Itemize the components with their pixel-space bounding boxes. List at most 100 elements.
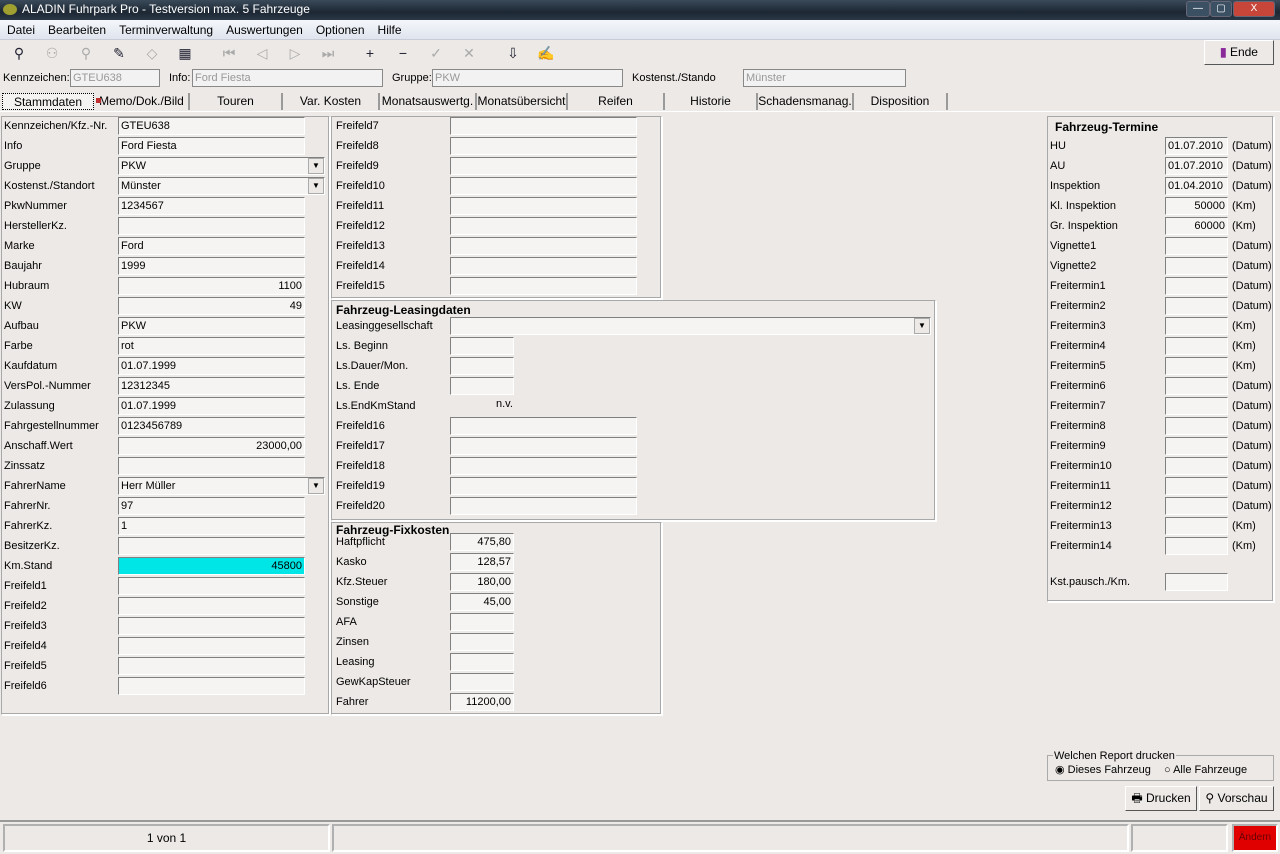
freifeld-field[interactable] xyxy=(450,137,637,155)
stamm-field[interactable]: rot xyxy=(118,337,305,355)
freifeld-field[interactable] xyxy=(450,277,637,295)
termin-field[interactable] xyxy=(1165,257,1228,275)
vorschau-button[interactable]: ⚲ Vorschau xyxy=(1199,786,1274,811)
fixkosten-field[interactable]: 475,80 xyxy=(450,533,514,551)
fixkosten-field[interactable]: 128,57 xyxy=(450,553,514,571)
tab-historie[interactable]: Historie xyxy=(665,93,758,110)
header-kennzeichen-field[interactable]: GTEU638 xyxy=(70,69,160,87)
stamm-field[interactable]: 1 xyxy=(118,517,305,535)
first-icon[interactable]: ⏮ xyxy=(218,43,240,63)
stamm-field[interactable] xyxy=(118,597,305,615)
leasing-field[interactable] xyxy=(450,377,514,395)
find-group-icon[interactable]: ⚇ xyxy=(41,43,63,63)
stamm-field[interactable]: 97 xyxy=(118,497,305,515)
tab-stammdaten[interactable]: Stammdaten xyxy=(2,93,94,110)
stamm-field[interactable] xyxy=(118,217,305,235)
menu-hilfe[interactable]: Hilfe xyxy=(371,20,408,37)
menu-auswertungen[interactable]: Auswertungen xyxy=(219,20,309,37)
stamm-field[interactable]: GTEU638 xyxy=(118,117,305,135)
freifeld-field[interactable] xyxy=(450,417,637,435)
tab-disposition[interactable]: Disposition xyxy=(854,93,948,110)
freifeld-field[interactable] xyxy=(450,237,637,255)
maximize-button[interactable]: ▢ xyxy=(1210,1,1232,17)
stamm-combo[interactable]: Herr Müller ▼ xyxy=(118,477,325,495)
next-icon[interactable]: ▷ xyxy=(284,43,306,63)
prev-icon[interactable]: ◁ xyxy=(251,43,273,63)
stamm-field[interactable]: 0123456789 xyxy=(118,417,305,435)
fixkosten-field[interactable]: 180,00 xyxy=(450,573,514,591)
tab-monatsauswertg-[interactable]: Monatsauswertg. xyxy=(380,93,477,110)
leasinggesellschaft-combo[interactable]: ▼ xyxy=(450,317,931,335)
freifeld-field[interactable] xyxy=(450,477,637,495)
freifeld-field[interactable] xyxy=(450,197,637,215)
add-icon[interactable]: + xyxy=(359,43,381,63)
menu-datei[interactable]: Datei xyxy=(0,20,41,37)
last-icon[interactable]: ⏭ xyxy=(317,43,339,63)
termin-field[interactable] xyxy=(1165,457,1228,475)
menu-optionen[interactable]: Optionen xyxy=(309,20,371,37)
import-icon[interactable]: ⇩ xyxy=(502,43,524,63)
menu-bearbeiten[interactable]: Bearbeiten xyxy=(41,20,112,37)
close-button[interactable]: X xyxy=(1233,1,1275,17)
termin-field[interactable] xyxy=(1165,357,1228,375)
termin-field[interactable] xyxy=(1165,317,1228,335)
zoom-icon[interactable]: ⚲ xyxy=(75,43,97,63)
stamm-field[interactable]: 01.07.1999 xyxy=(118,397,305,415)
termin-field[interactable] xyxy=(1165,497,1228,515)
cancel-icon[interactable]: ✕ xyxy=(458,43,480,63)
minimize-button[interactable]: — xyxy=(1186,1,1210,17)
stamm-field[interactable]: 1999 xyxy=(118,257,305,275)
tab-touren[interactable]: Touren xyxy=(190,93,283,110)
tab-memo-dok-bild[interactable]: Memo/Dok./Bild xyxy=(95,93,190,110)
fixkosten-field[interactable] xyxy=(450,673,514,691)
stamm-field[interactable]: 23000,00 xyxy=(118,437,305,455)
stamm-field[interactable] xyxy=(118,537,305,555)
termin-field[interactable] xyxy=(1165,537,1228,555)
termin-field[interactable] xyxy=(1165,517,1228,535)
edit-icon[interactable]: ✍ xyxy=(535,43,557,63)
chevron-down-icon[interactable]: ▼ xyxy=(308,178,324,194)
fixkosten-field[interactable] xyxy=(450,613,514,631)
erase-icon[interactable]: ◇ xyxy=(141,43,163,63)
header-info-field[interactable]: Ford Fiesta xyxy=(192,69,383,87)
tab-var-kosten[interactable]: Var. Kosten xyxy=(283,93,380,110)
termin-field[interactable]: 01.07.2010 xyxy=(1165,157,1228,175)
stamm-field[interactable] xyxy=(118,457,305,475)
stamm-field[interactable]: Ford xyxy=(118,237,305,255)
header-kostenst-field[interactable]: Münster xyxy=(743,69,906,87)
termin-field[interactable] xyxy=(1165,297,1228,315)
freifeld-field[interactable] xyxy=(450,117,637,135)
freifeld-field[interactable] xyxy=(450,457,637,475)
termin-field[interactable] xyxy=(1165,477,1228,495)
termin-field[interactable] xyxy=(1165,277,1228,295)
drucken-button[interactable]: 🖶 Drucken xyxy=(1125,786,1197,811)
confirm-icon[interactable]: ✓ xyxy=(425,43,447,63)
stamm-field[interactable] xyxy=(118,657,305,675)
termin-field[interactable] xyxy=(1165,437,1228,455)
stamm-field[interactable] xyxy=(118,637,305,655)
freifeld-field[interactable] xyxy=(450,177,637,195)
chevron-down-icon[interactable]: ▼ xyxy=(308,158,324,174)
stamm-combo[interactable]: PKW ▼ xyxy=(118,157,325,175)
leasing-field[interactable] xyxy=(450,337,514,355)
stamm-field[interactable] xyxy=(118,577,305,595)
chevron-down-icon[interactable]: ▼ xyxy=(308,478,324,494)
termin-field[interactable]: 50000 xyxy=(1165,197,1228,215)
header-gruppe-field[interactable]: PKW xyxy=(432,69,623,87)
stamm-field[interactable]: 1100 xyxy=(118,277,305,295)
tab-monatsübersicht[interactable]: Monatsübersicht xyxy=(477,93,568,110)
stamm-field[interactable] xyxy=(118,677,305,695)
termin-field[interactable]: 01.07.2010 xyxy=(1165,137,1228,155)
stamm-field[interactable]: PKW xyxy=(118,317,305,335)
radio-alle-fahrzeuge[interactable]: ○ Alle Fahrzeuge xyxy=(1164,763,1247,777)
freifeld-field[interactable] xyxy=(450,157,637,175)
chevron-down-icon[interactable]: ▼ xyxy=(914,318,930,334)
stamm-field[interactable]: Ford Fiesta xyxy=(118,137,305,155)
stamm-field[interactable]: 01.07.1999 xyxy=(118,357,305,375)
termin-field[interactable]: 60000 xyxy=(1165,217,1228,235)
leasing-field[interactable] xyxy=(450,357,514,375)
termin-field[interactable] xyxy=(1165,237,1228,255)
fixkosten-field[interactable] xyxy=(450,653,514,671)
stamm-combo[interactable]: Münster ▼ xyxy=(118,177,325,195)
aendern-button[interactable]: Ändern xyxy=(1232,824,1278,852)
